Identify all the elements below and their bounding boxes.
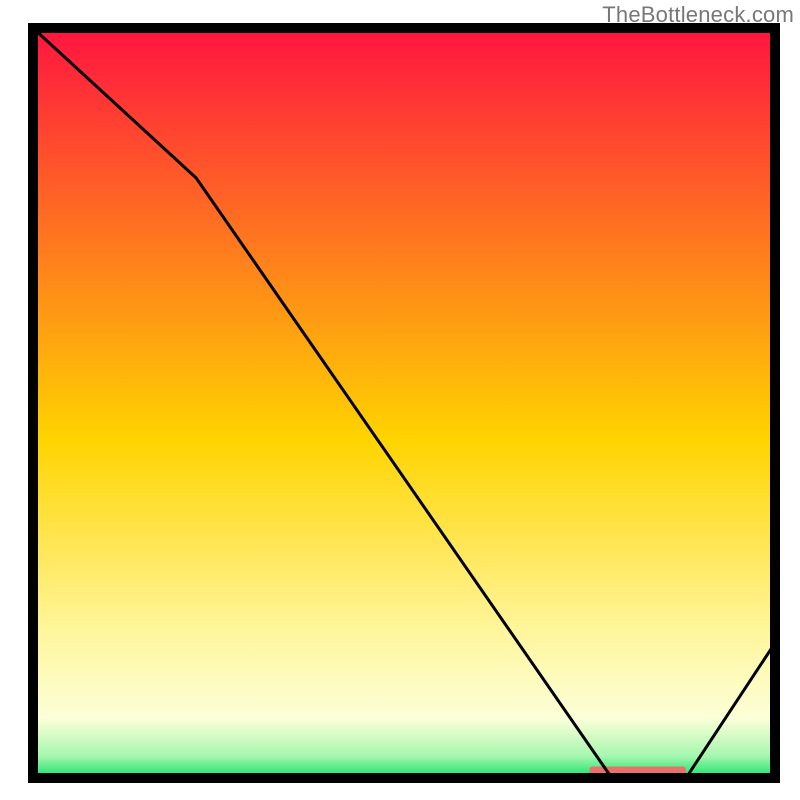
gradient-background [33, 28, 775, 778]
bottleneck-chart [0, 0, 800, 800]
chart-container: TheBottleneck.com [0, 0, 800, 800]
